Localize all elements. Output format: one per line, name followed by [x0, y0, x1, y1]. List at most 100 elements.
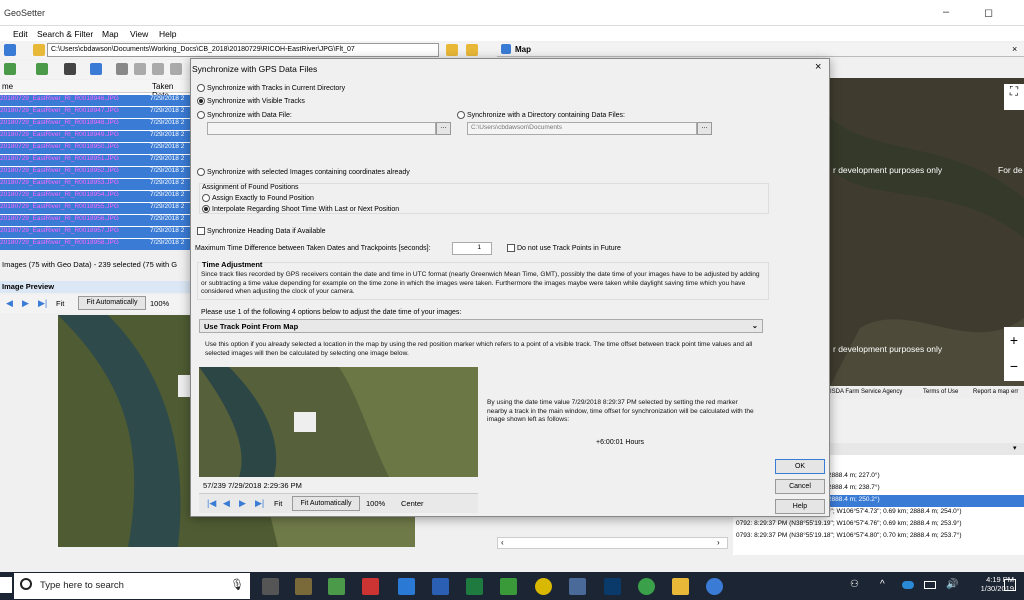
app-icon-1[interactable]	[295, 578, 312, 595]
filter-icon[interactable]	[90, 63, 102, 75]
data-file-input[interactable]	[207, 122, 436, 135]
dropdown-icon[interactable]: ▾	[1013, 444, 1017, 452]
zoom-select[interactable]: 100%	[150, 299, 169, 308]
radio-icon[interactable]	[202, 205, 210, 213]
prev-icon[interactable]: ◀	[223, 498, 230, 509]
next-icon[interactable]: ▶	[239, 498, 246, 509]
word-icon[interactable]	[432, 578, 449, 595]
track-point-row[interactable]: 0793: 8:29:37 PM (N38°55'19.18"; W106°57…	[733, 531, 1024, 543]
radio-visible-tracks[interactable]: Synchronize with Visible Tracks	[197, 97, 305, 105]
zoom-select[interactable]: 100%	[366, 499, 385, 508]
menu-help[interactable]: Help	[159, 29, 176, 39]
checkbox-icon[interactable]	[197, 227, 205, 235]
first-icon[interactable]: |◀	[207, 498, 216, 509]
last-icon[interactable]: ▶|	[38, 298, 47, 309]
radio-icon[interactable]	[457, 111, 465, 119]
radio-interpolate[interactable]: Interpolate Regarding Shoot Time With La…	[202, 205, 399, 213]
copy-icon[interactable]	[134, 63, 146, 75]
battery-icon[interactable]	[924, 581, 936, 589]
sync-icon[interactable]	[36, 63, 48, 75]
chrome-icon[interactable]	[638, 578, 655, 595]
cancel-button[interactable]: Cancel	[775, 479, 825, 494]
back-arrow-icon[interactable]	[4, 44, 16, 56]
list-item[interactable]: 20180729_EastRiver_RI_R0018946.JPG 7/29/2…	[0, 95, 190, 106]
checkbox-no-future[interactable]: Do not use Track Points in Future	[507, 244, 621, 252]
zoom-in-icon[interactable]: +	[1004, 327, 1024, 353]
list-item[interactable]: 20180729_EastRiver_RI_R0018954.JPG 7/29/2…	[0, 191, 190, 202]
sun-icon[interactable]	[535, 578, 552, 595]
col-name-header[interactable]: me	[2, 82, 13, 91]
minimize-icon[interactable]: –	[943, 6, 949, 18]
checkbox-icon[interactable]	[507, 244, 515, 252]
scroll-right-icon[interactable]: ›	[717, 538, 720, 547]
notification-icon[interactable]	[1004, 579, 1016, 591]
max-diff-spinner[interactable]: 1	[452, 242, 492, 255]
list-item[interactable]: 20180729_EastRiver_RI_R0018948.JPG 7/29/2…	[0, 119, 190, 130]
ok-button[interactable]: OK	[775, 459, 825, 474]
dreamweaver-icon[interactable]	[500, 578, 517, 595]
folder-star-icon[interactable]	[466, 44, 478, 56]
folder-icon[interactable]	[33, 44, 45, 56]
maximize-icon[interactable]: ◻	[984, 6, 993, 19]
paste-icon[interactable]	[152, 63, 164, 75]
app-icon-2[interactable]	[328, 578, 345, 595]
adjust-option-select[interactable]: Use Track Point From Map ⌄	[199, 319, 763, 333]
list-item[interactable]: 20180729_EastRiver_RI_R0018953.JPG 7/29/2…	[0, 179, 190, 190]
car-icon[interactable]	[64, 63, 76, 75]
directory-input[interactable]: C:\Users\cbdawson\Documents	[467, 122, 697, 135]
checkbox-heading[interactable]: Synchronize Heading Data if Available	[197, 227, 326, 235]
chevron-up-icon[interactable]: ^	[880, 579, 885, 590]
horizontal-scrollbar[interactable]: ‹ ›	[497, 537, 728, 549]
taskbar-search[interactable]: Type here to search 🎙	[14, 573, 250, 599]
radio-icon[interactable]	[197, 84, 205, 92]
photoshop-icon[interactable]	[604, 578, 621, 595]
volume-icon[interactable]: 🔊	[946, 579, 958, 590]
radio-data-file[interactable]: Synchronize with Data File:	[197, 111, 292, 119]
radio-icon[interactable]	[197, 111, 205, 119]
list-item[interactable]: 20180729_EastRiver_RI_R0018949.JPG 7/29/2…	[0, 131, 190, 142]
browse-data-file-button[interactable]: ...	[436, 122, 451, 135]
track-point-row[interactable]: 0792: 8:29:37 PM (N38°55'19.19"; W106°57…	[733, 519, 1024, 531]
task-view-icon[interactable]	[262, 578, 279, 595]
report-link[interactable]: Report a map err	[973, 389, 1018, 395]
folder-up-icon[interactable]	[446, 44, 458, 56]
chevron-down-icon[interactable]: ⌄	[752, 321, 758, 330]
list-item[interactable]: 20180729_EastRiver_RI_R0018957.JPG 7/29/2…	[0, 227, 190, 238]
fit-button[interactable]: Fit	[56, 299, 64, 308]
fit-button[interactable]: Fit	[274, 499, 282, 508]
radio-icon[interactable]	[197, 97, 205, 105]
cloud-icon[interactable]	[902, 581, 914, 589]
list-item[interactable]: 20180729_EastRiver_RI_R0018955.JPG 7/29/2…	[0, 203, 190, 214]
prev-icon[interactable]: ◀	[6, 298, 13, 309]
pdf-icon[interactable]	[362, 578, 379, 595]
list-item[interactable]: 20180729_EastRiver_RI_R0018958.JPG 7/29/2…	[0, 239, 190, 250]
geosetter-icon[interactable]	[706, 578, 723, 595]
file-explorer-icon[interactable]	[672, 578, 689, 595]
center-button[interactable]: Center	[401, 499, 424, 508]
menu-map[interactable]: Map	[102, 29, 119, 39]
excel-icon[interactable]	[466, 578, 483, 595]
fit-automatically-button[interactable]: Fit Automatically	[78, 296, 146, 310]
radio-directory[interactable]: Synchronize with a Directory containing …	[457, 111, 625, 119]
zoom-out-icon[interactable]: −	[1004, 353, 1024, 379]
radio-icon[interactable]	[197, 168, 205, 176]
microphone-icon[interactable]: 🎙	[230, 578, 244, 591]
map-view[interactable]	[830, 78, 1024, 386]
fit-automatically-button[interactable]: Fit Automatically	[292, 496, 360, 511]
film-icon[interactable]	[569, 578, 586, 595]
menu-view[interactable]: View	[130, 29, 148, 39]
scroll-left-icon[interactable]: ‹	[501, 538, 504, 547]
menu-search-filter[interactable]: Search & Filter	[37, 29, 93, 39]
terms-link[interactable]: Terms of Use	[923, 389, 958, 395]
close-icon[interactable]: ×	[1012, 44, 1017, 54]
menu-edit[interactable]: Edit	[13, 29, 28, 39]
last-icon[interactable]: ▶|	[255, 498, 264, 509]
browse-directory-button[interactable]: ...	[697, 122, 712, 135]
teams-icon[interactable]	[398, 578, 415, 595]
tag-icon[interactable]	[4, 63, 16, 75]
list-item[interactable]: 20180729_EastRiver_RI_R0018950.JPG 7/29/2…	[0, 143, 190, 154]
text-icon[interactable]	[116, 63, 128, 75]
list-icon[interactable]	[170, 63, 182, 75]
next-icon[interactable]: ▶	[22, 298, 29, 309]
radio-assign-exact[interactable]: Assign Exactly to Found Position	[202, 194, 314, 202]
